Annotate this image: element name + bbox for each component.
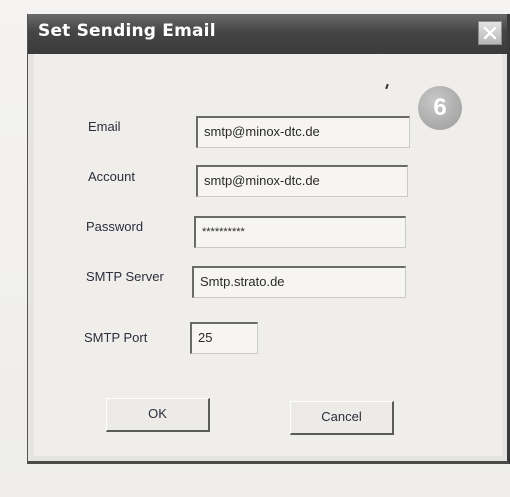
smtp-server-field[interactable]: Smtp.strato.de	[192, 266, 406, 298]
ok-button[interactable]: OK	[106, 398, 210, 432]
smtp-port-field[interactable]: 25	[190, 322, 258, 354]
step-badge: 6	[418, 86, 462, 130]
password-label: Password	[86, 219, 144, 234]
title-bar: Set Sending Email	[28, 14, 507, 54]
email-label: Email	[88, 119, 121, 134]
account-label: Account	[88, 169, 135, 184]
account-field[interactable]: smtp@minox-dtc.de	[196, 165, 408, 197]
dialog-title: Set Sending Email	[38, 21, 216, 41]
close-button[interactable]	[478, 21, 502, 45]
screenshot-page: Set Sending Email 6 Email smtp@minox-dtc…	[0, 0, 510, 497]
cancel-button[interactable]: Cancel	[290, 401, 394, 435]
smtp-server-label: SMTP Server	[86, 269, 164, 284]
smtp-port-label: SMTP Port	[84, 330, 148, 345]
password-field[interactable]: **********	[194, 216, 406, 248]
email-field[interactable]: smtp@minox-dtc.de	[196, 116, 410, 148]
close-icon	[483, 26, 497, 40]
